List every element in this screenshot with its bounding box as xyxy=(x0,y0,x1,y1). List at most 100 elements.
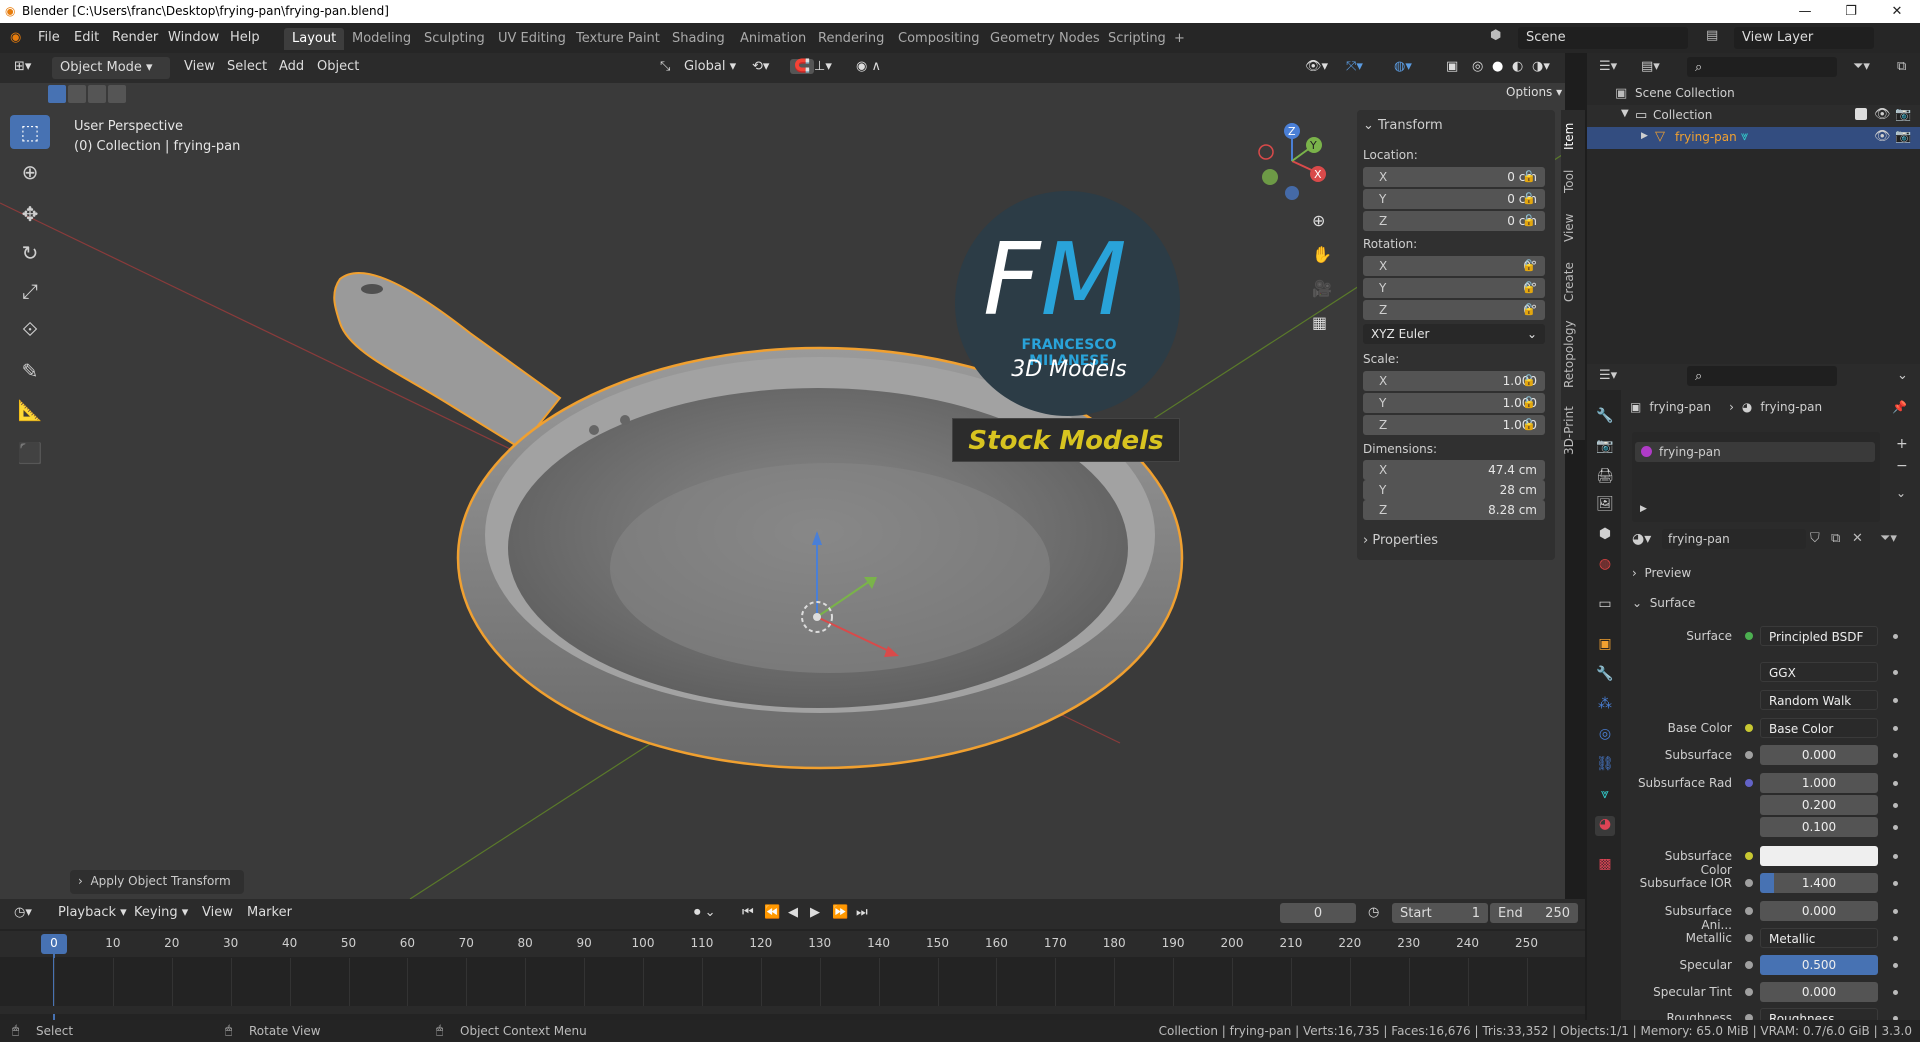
menu-keying[interactable]: Keying ▾ xyxy=(134,905,188,920)
mesh-data-icon[interactable]: ⩔ xyxy=(1741,129,1748,144)
tab-item[interactable]: Item xyxy=(1562,118,1584,154)
pin-icon[interactable]: 📌 xyxy=(1892,400,1907,414)
expand-icon[interactable]: ▶ xyxy=(1640,504,1647,514)
outliner-editor-icon[interactable]: ☰▾ xyxy=(1599,59,1617,74)
tool-cursor-icon[interactable]: ⊕ xyxy=(10,155,50,189)
preview-panel-header[interactable]: › Preview xyxy=(1632,566,1691,580)
jump-keyframe-forward-icon[interactable]: ⏩ xyxy=(832,905,848,920)
socket-icon[interactable] xyxy=(1745,751,1753,759)
tab-compositing[interactable]: Compositing xyxy=(890,28,988,50)
view-layer-props-icon[interactable]: 🖼 xyxy=(1595,496,1615,516)
location-x-field[interactable]: X0 cm xyxy=(1363,167,1545,187)
jump-keyframe-back-icon[interactable]: ⏪ xyxy=(764,905,780,920)
chevron-down-icon[interactable]: ⌄ xyxy=(1897,368,1908,383)
properties-search-input[interactable]: ⌕ xyxy=(1687,366,1837,386)
menu-help[interactable]: Help xyxy=(230,30,260,45)
clock-icon[interactable]: ◷ xyxy=(1368,905,1379,920)
remove-slot-icon[interactable]: − xyxy=(1896,458,1908,474)
lock-icon[interactable]: 🔓 xyxy=(1522,214,1536,227)
tool-move-icon[interactable]: ✥ xyxy=(10,197,50,231)
tab-rendering[interactable]: Rendering xyxy=(810,28,892,50)
select-extend-icon[interactable] xyxy=(68,85,86,103)
modifier-props-icon[interactable]: 🔧 xyxy=(1595,666,1615,686)
tab-uv-editing[interactable]: UV Editing xyxy=(490,28,574,50)
world-props-icon[interactable]: ◍ xyxy=(1595,556,1615,576)
render-props-icon[interactable]: 📷 xyxy=(1595,438,1615,458)
dimension-z-field[interactable]: Z 8.28 cm xyxy=(1363,500,1545,520)
property-value-field[interactable]: Metallic xyxy=(1760,928,1878,948)
property-value-field[interactable] xyxy=(1760,846,1878,866)
checkbox-icon[interactable] xyxy=(1855,108,1867,120)
zoom-icon[interactable]: ⊕ xyxy=(1312,211,1325,230)
physics-props-icon[interactable]: ◎ xyxy=(1595,726,1615,746)
mesh-data-props-icon[interactable]: ⩔ xyxy=(1595,786,1615,806)
socket-icon[interactable] xyxy=(1745,724,1753,732)
menu-render[interactable]: Render xyxy=(112,30,158,45)
shading-material-icon[interactable]: ◐ xyxy=(1512,59,1523,74)
keyframe-dot-icon[interactable] xyxy=(1893,781,1898,786)
filter-icon[interactable]: ⏷▾ xyxy=(1853,59,1870,74)
blender-menu-icon[interactable]: ◉ xyxy=(10,30,21,45)
expand-icon[interactable]: ▼ xyxy=(1621,108,1629,119)
property-value-field[interactable]: 0.100 xyxy=(1760,817,1878,837)
scene-props-icon[interactable]: ⬢ xyxy=(1595,526,1615,546)
output-props-icon[interactable]: 🖨 xyxy=(1595,468,1615,488)
keyframe-dot-icon[interactable] xyxy=(1893,803,1898,808)
camera-render-icon[interactable]: 📷 xyxy=(1895,107,1911,122)
property-value-field[interactable]: 0.000 xyxy=(1760,982,1878,1002)
duplicate-icon[interactable]: ⧉ xyxy=(1831,531,1840,546)
3d-viewport[interactable]: Z X Y FM FRANCESCO MILANESE 3D Models St… xyxy=(0,53,1565,899)
tool-settings-icon[interactable]: 🔧 xyxy=(1595,408,1615,428)
play-reverse-icon[interactable]: ◀ xyxy=(788,905,798,920)
expand-icon[interactable]: ▶ xyxy=(1641,131,1648,141)
tab-3d-print[interactable]: 3D-Print xyxy=(1562,404,1584,458)
tab-tool[interactable]: Tool xyxy=(1562,166,1584,196)
keyframe-dot-icon[interactable] xyxy=(1893,670,1898,675)
scale-x-field[interactable]: X 1.000 xyxy=(1363,371,1545,391)
options-dropdown[interactable]: Options ▾ xyxy=(1506,85,1562,99)
timeline-scrollbar[interactable] xyxy=(0,1006,1585,1014)
shading-solid-icon[interactable]: ● xyxy=(1492,59,1503,74)
overlay-toggle-icon[interactable]: ◍▾ xyxy=(1394,59,1412,74)
property-value-field[interactable]: Principled BSDF xyxy=(1760,626,1878,646)
tab-modeling[interactable]: Modeling xyxy=(344,28,419,50)
viewport-scene[interactable]: Z X Y xyxy=(0,53,1565,899)
display-mode-icon[interactable]: ▤▾ xyxy=(1641,59,1660,74)
shading-rendered-icon[interactable]: ◑▾ xyxy=(1532,59,1550,74)
particles-props-icon[interactable]: ⁂ xyxy=(1595,696,1615,716)
snap-target-icon[interactable]: ⊥▾ xyxy=(814,59,832,74)
lock-icon[interactable]: 🔓 xyxy=(1522,374,1536,387)
tool-annotate-icon[interactable]: ✎ xyxy=(10,354,50,388)
socket-icon[interactable] xyxy=(1745,934,1753,942)
menu-playback[interactable]: Playback ▾ xyxy=(58,905,127,920)
texture-props-icon[interactable]: ▩ xyxy=(1595,856,1615,876)
property-value-field[interactable]: 0.500 xyxy=(1760,955,1878,975)
tab-scripting[interactable]: Scripting xyxy=(1100,28,1174,50)
outliner-row-scene-collection[interactable]: ▣ Scene Collection xyxy=(1587,83,1920,105)
tab-create[interactable]: Create xyxy=(1562,260,1584,304)
tool-measure-icon[interactable]: 📐 xyxy=(10,393,50,427)
material-slot-list[interactable]: frying-pan ▶ xyxy=(1632,432,1880,522)
menu-marker[interactable]: Marker xyxy=(247,905,292,920)
socket-icon[interactable] xyxy=(1745,988,1753,996)
pan-hand-icon[interactable]: ✋ xyxy=(1312,245,1332,264)
menu-file[interactable]: File xyxy=(38,30,60,45)
proportional-edit-icon[interactable]: ◉ ∧ xyxy=(856,59,881,74)
tab-texture-paint[interactable]: Texture Paint xyxy=(568,28,668,50)
keyframe-dot-icon[interactable] xyxy=(1893,825,1898,830)
properties-editor-icon[interactable]: ☰▾ xyxy=(1599,368,1617,383)
orientation-selector[interactable]: Global ▾ xyxy=(684,59,736,74)
snap-icon[interactable]: 🧲 xyxy=(790,59,815,74)
properties-subpanel[interactable]: › Properties xyxy=(1363,533,1438,548)
tab-retopology[interactable]: Retopology xyxy=(1562,318,1584,390)
constraints-props-icon[interactable]: ⛓ xyxy=(1595,756,1615,776)
tab-shading[interactable]: Shading xyxy=(664,28,733,50)
current-frame-field[interactable]: 0 xyxy=(1280,903,1356,923)
property-value-field[interactable]: Base Color xyxy=(1760,718,1878,738)
property-value-field[interactable]: 1.000 xyxy=(1760,773,1878,793)
menu-view[interactable]: View xyxy=(184,59,215,74)
fake-user-icon[interactable]: ⛉ xyxy=(1810,531,1820,546)
menu-timeline-view[interactable]: View xyxy=(202,905,233,920)
camera-icon[interactable]: 🎥 xyxy=(1312,279,1332,298)
keyframe-dot-icon[interactable] xyxy=(1893,753,1898,758)
